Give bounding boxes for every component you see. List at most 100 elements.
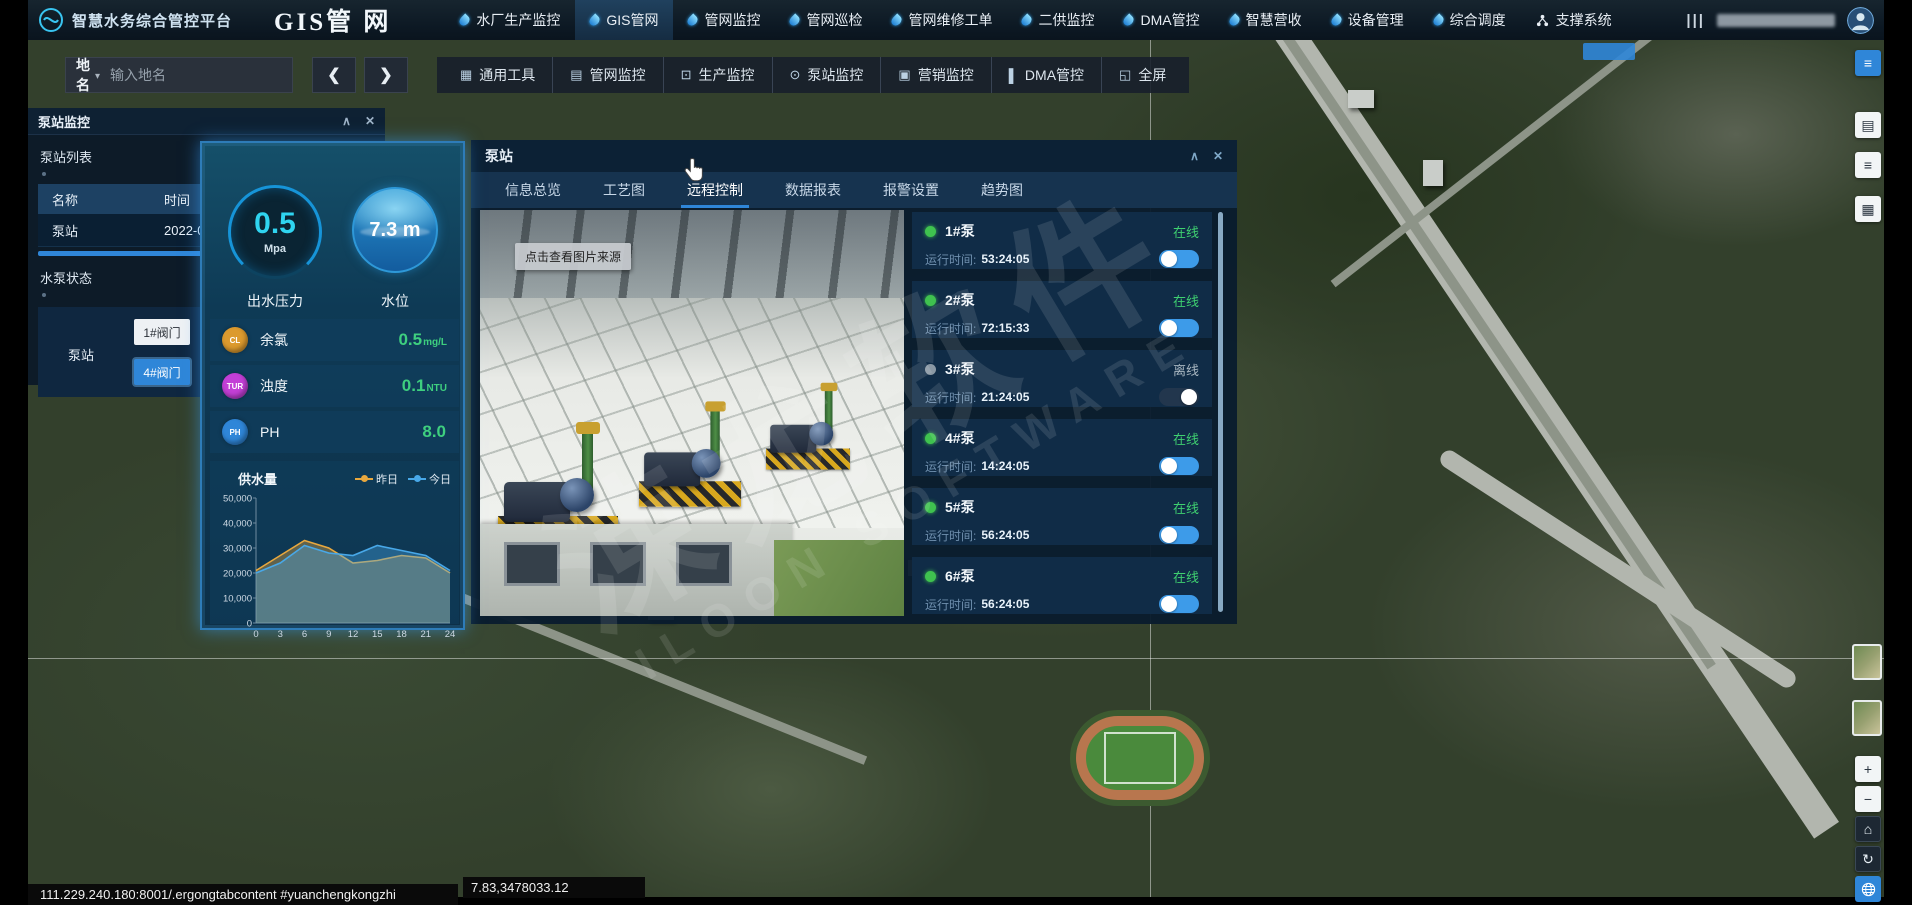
pump-toggle[interactable] bbox=[1159, 595, 1199, 613]
nav-item-label: 管网巡检 bbox=[806, 10, 862, 30]
left-panel-title: 泵站监控 bbox=[38, 112, 90, 131]
layers-icon[interactable]: ▦ bbox=[1855, 196, 1881, 222]
pump-room-3d-image[interactable] bbox=[480, 210, 904, 616]
map-back-button[interactable]: ❮ bbox=[312, 57, 356, 93]
nav-item-repair-orders[interactable]: 管网维修工单 bbox=[877, 0, 1007, 40]
section-bullet bbox=[42, 172, 46, 176]
refresh-icon[interactable]: ↻ bbox=[1855, 846, 1881, 872]
pump-toggle[interactable] bbox=[1159, 319, 1199, 337]
nav-item-network-monitor[interactable]: 管网监控 bbox=[673, 0, 775, 40]
map-building bbox=[1348, 90, 1374, 108]
valve-4-button[interactable]: 4#阀门 bbox=[134, 359, 190, 385]
zoom-in-icon[interactable]: + bbox=[1855, 756, 1881, 782]
nav-item-label: 管网监控 bbox=[704, 10, 760, 30]
pump-toggle[interactable] bbox=[1159, 388, 1199, 406]
mouse-hand-cursor bbox=[683, 158, 703, 182]
panel-toggle-icon[interactable]: ≡ bbox=[1855, 50, 1881, 76]
tool-pump-station-monitor[interactable]: ⊙泵站监控 bbox=[773, 57, 882, 93]
list-icon[interactable]: ≡ bbox=[1855, 152, 1881, 178]
nav-item-label: 设备管理 bbox=[1348, 10, 1404, 30]
column-header-name: 名称 bbox=[38, 190, 150, 209]
monitor-icon: ⊡ bbox=[681, 67, 692, 83]
close-icon[interactable]: ✕ bbox=[1213, 149, 1223, 163]
status-badge: 在线 bbox=[1173, 291, 1199, 310]
water-drop-icon bbox=[588, 13, 602, 27]
pump-card-4[interactable]: 4#泵在线 运行时间:14:24:05 bbox=[912, 419, 1212, 476]
runtime-value: 14:24:05 bbox=[981, 459, 1029, 473]
map-coordinates-readout: 7.83,3478033.12 bbox=[463, 877, 645, 898]
bar-icon: ▌ bbox=[1009, 68, 1018, 83]
search-input[interactable] bbox=[110, 67, 291, 83]
station-metrics-popup: 0.5 Mpa 出水压力 7.3 m 水位 CL 余氯 0.5mg/L TUR … bbox=[200, 141, 465, 630]
tool-fullscreen[interactable]: ◱全屏 bbox=[1102, 57, 1183, 93]
user-avatar[interactable] bbox=[1847, 7, 1874, 34]
collapse-icon[interactable]: ∧ bbox=[1190, 149, 1199, 163]
nav-item-gis-network[interactable]: GIS管网 bbox=[575, 0, 673, 40]
tab-alarm-settings[interactable]: 报警设置 bbox=[883, 172, 939, 208]
image-source-tooltip[interactable]: 点击查看图片来源 bbox=[515, 243, 631, 270]
tool-dma-control[interactable]: ▌ DMA管控 bbox=[992, 57, 1102, 93]
valve-1-button[interactable]: 1#阀门 bbox=[134, 319, 190, 345]
tool-production-monitor[interactable]: ⊡生产监控 bbox=[664, 57, 773, 93]
tool-marketing-monitor[interactable]: ▣营销监控 bbox=[881, 57, 991, 93]
water-supply-chart: 供水量 昨日 今日 010,00020,00030,00040,00050,00… bbox=[210, 461, 459, 624]
close-icon[interactable]: ✕ bbox=[365, 114, 375, 128]
metric-value: 8.0 bbox=[422, 422, 447, 442]
cell-station-name: 泵站 bbox=[38, 221, 150, 240]
metric-value: 0.1NTU bbox=[402, 376, 447, 396]
map-ramp bbox=[1437, 447, 1799, 691]
runtime-value: 72:15:33 bbox=[981, 321, 1029, 335]
legend-yesterday[interactable]: 昨日 bbox=[355, 471, 398, 487]
pump-card-1[interactable]: 1#泵在线 运行时间:53:24:05 bbox=[912, 212, 1212, 269]
legend-icon[interactable]: ▤ bbox=[1855, 112, 1881, 138]
legend-today[interactable]: 今日 bbox=[408, 471, 451, 487]
nav-item-network-inspection[interactable]: 管网巡检 bbox=[775, 0, 877, 40]
pump-toggle[interactable] bbox=[1159, 526, 1199, 544]
nav-item-label: 水厂生产监控 bbox=[476, 10, 560, 30]
nav-item-label: DMA管控 bbox=[1140, 10, 1199, 30]
nav-item-smart-revenue[interactable]: 智慧营收 bbox=[1215, 0, 1317, 40]
pump-toggle[interactable] bbox=[1159, 457, 1199, 475]
map-forward-button[interactable]: ❯ bbox=[364, 57, 408, 93]
tab-process-diagram[interactable]: 工艺图 bbox=[603, 172, 645, 208]
status-dot bbox=[925, 226, 936, 237]
pump-card-2[interactable]: 2#泵在线 运行时间:72:15:33 bbox=[912, 281, 1212, 338]
pump-unit-2 bbox=[639, 379, 741, 507]
tab-info-overview[interactable]: 信息总览 bbox=[505, 172, 561, 208]
nav-item-secondary-supply[interactable]: 二供监控 bbox=[1007, 0, 1109, 40]
left-panel-header: 泵站监控 ∧ ✕ bbox=[28, 108, 385, 135]
nav-item-device-management[interactable]: 设备管理 bbox=[1317, 0, 1419, 40]
search-category-dropdown[interactable]: 地名 bbox=[76, 55, 90, 95]
zoom-out-icon[interactable]: − bbox=[1855, 786, 1881, 812]
pump-name: 1#泵 bbox=[945, 221, 975, 241]
nav-item-label: 支撑系统 bbox=[1556, 10, 1612, 30]
metric-row-turbidity: TUR 浊度 0.1NTU bbox=[210, 365, 459, 407]
nav-item-dispatch[interactable]: 综合调度 bbox=[1419, 0, 1521, 40]
nav-item-dma-control[interactable]: DMA管控 bbox=[1109, 0, 1214, 40]
tool-general-tools[interactable]: ▦通用工具 bbox=[443, 57, 553, 93]
pump-card-6[interactable]: 6#泵在线 运行时间:56:24:05 bbox=[912, 557, 1212, 614]
tab-trend-chart[interactable]: 趋势图 bbox=[981, 172, 1023, 208]
pump-card-5[interactable]: 5#泵在线 运行时间:56:24:05 bbox=[912, 488, 1212, 545]
tool-network-monitor[interactable]: ▤管网监控 bbox=[553, 57, 663, 93]
home-icon[interactable]: ⌂ bbox=[1855, 816, 1881, 842]
pump-name: 6#泵 bbox=[945, 566, 975, 586]
svg-text:10,000: 10,000 bbox=[223, 594, 252, 605]
tool-label: DMA管控 bbox=[1025, 65, 1084, 85]
water-drop-icon bbox=[788, 13, 802, 27]
pump-card-3[interactable]: 3#泵离线 运行时间:21:24:05 bbox=[912, 350, 1212, 407]
nav-item-support-system[interactable]: 支撑系统 bbox=[1521, 0, 1627, 40]
pump-toggle[interactable] bbox=[1159, 250, 1199, 268]
svg-text:6: 6 bbox=[302, 629, 307, 640]
pump-list-scrollbar[interactable] bbox=[1218, 212, 1223, 612]
nav-item-plant-monitor[interactable]: 水厂生产监控 bbox=[445, 0, 575, 40]
top-navigation-bar: 智慧水务综合管控平台 GIS管 网 水厂生产监控 GIS管网 管网监控 管网巡检… bbox=[28, 0, 1884, 40]
basemap-thumbnail-1[interactable] bbox=[1852, 644, 1882, 680]
collapse-icon[interactable]: ∧ bbox=[342, 114, 351, 128]
globe-icon[interactable] bbox=[1855, 876, 1881, 902]
svg-text:30,000: 30,000 bbox=[223, 544, 252, 555]
metric-row-chlorine: CL 余氯 0.5mg/L bbox=[210, 319, 459, 361]
map-tool-bar: ▦通用工具 ▤管网监控 ⊡生产监控 ⊙泵站监控 ▣营销监控 ▌ DMA管控 ◱全屏 bbox=[437, 57, 1189, 93]
tab-data-report[interactable]: 数据报表 bbox=[785, 172, 841, 208]
basemap-thumbnail-2[interactable] bbox=[1852, 700, 1882, 736]
